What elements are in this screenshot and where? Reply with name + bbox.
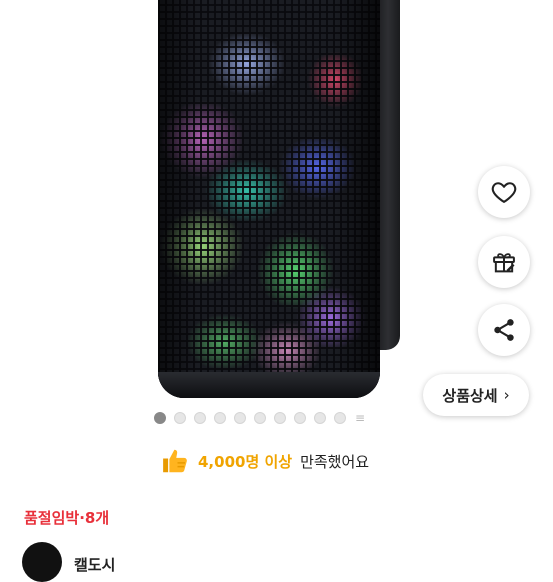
image-pagination[interactable]: ≡ bbox=[154, 411, 365, 425]
wishlist-button[interactable] bbox=[478, 166, 530, 218]
product-detail-button[interactable]: 상품상세 › bbox=[423, 374, 529, 416]
pagination-dot[interactable] bbox=[314, 412, 326, 424]
pagination-dot[interactable] bbox=[154, 412, 166, 424]
stock-status: 품절임박·8개 bbox=[24, 509, 110, 527]
brand-logo bbox=[22, 542, 62, 582]
brand-link[interactable]: 캘도시 bbox=[22, 542, 115, 582]
gift-icon bbox=[493, 253, 515, 273]
pagination-dot[interactable] bbox=[274, 412, 286, 424]
pagination-dot[interactable] bbox=[294, 412, 306, 424]
satisfaction-count: 4,000명 이상 bbox=[198, 452, 293, 471]
chevron-right-icon: › bbox=[503, 386, 510, 404]
more-dots-icon: ≡ bbox=[355, 411, 366, 425]
brand-name: 캘도시 bbox=[74, 555, 116, 574]
satisfaction-text: 만족했어요 bbox=[300, 452, 370, 471]
pagination-dot[interactable] bbox=[234, 412, 246, 424]
pagination-dot[interactable] bbox=[194, 412, 206, 424]
speaker-body bbox=[158, 0, 380, 398]
heart-icon bbox=[491, 182, 517, 203]
satisfaction-banner: 4,000명 이상 만족했어요 bbox=[160, 446, 369, 476]
pagination-dot[interactable] bbox=[254, 412, 266, 424]
thumbs-up-icon bbox=[163, 449, 187, 473]
product-detail-label: 상품상세 bbox=[442, 386, 498, 405]
pagination-dot[interactable] bbox=[334, 412, 346, 424]
share-button[interactable] bbox=[478, 304, 530, 356]
pagination-dot[interactable] bbox=[174, 412, 186, 424]
gift-button[interactable] bbox=[478, 236, 530, 288]
pagination-dot[interactable] bbox=[214, 412, 226, 424]
product-image[interactable] bbox=[150, 0, 400, 400]
share-icon bbox=[494, 319, 514, 341]
